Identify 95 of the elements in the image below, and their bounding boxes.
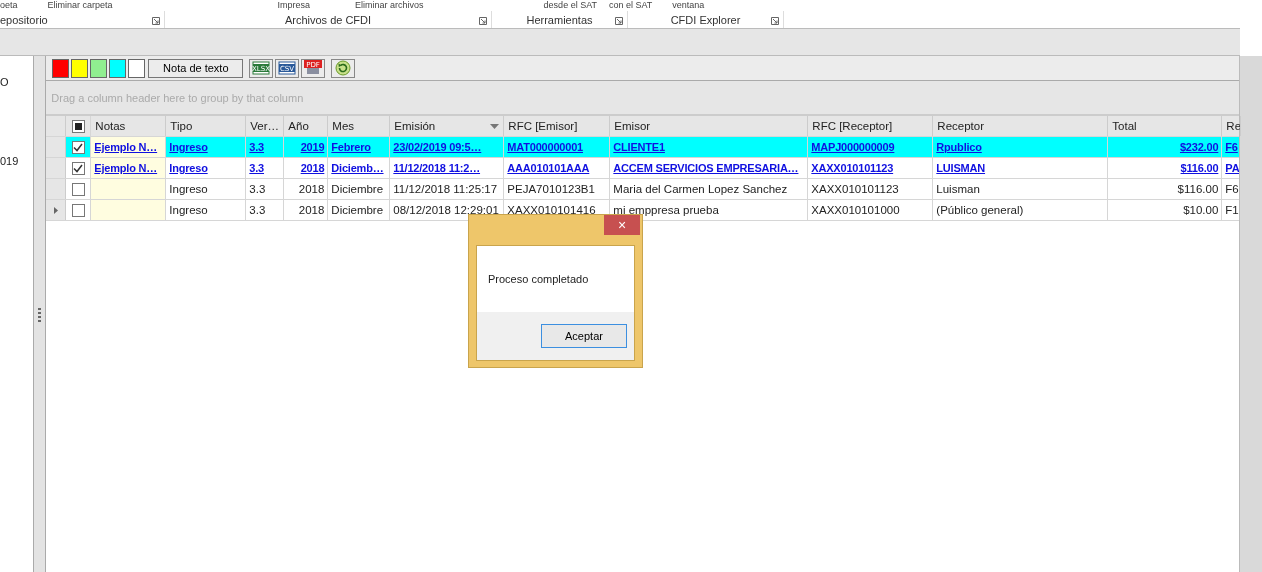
ribbon-item[interactable]: Impresa xyxy=(277,0,311,11)
column-header[interactable]: Total xyxy=(1108,116,1223,136)
table-cell: $10.00 xyxy=(1183,204,1219,216)
ribbon-item[interactable]: Eliminar archivos xyxy=(355,0,424,11)
table-cell: 08/12/2018 12:29:01 xyxy=(393,204,499,216)
column-header[interactable]: Emisión xyxy=(390,116,505,136)
color-swatch[interactable] xyxy=(128,58,146,78)
column-header[interactable]: Año xyxy=(284,116,329,136)
color-swatch[interactable] xyxy=(71,58,89,78)
table-cell: XAXX010101123 xyxy=(811,183,899,195)
accept-button[interactable]: Aceptar xyxy=(541,324,627,348)
table-cell: (Público general) xyxy=(936,204,1024,216)
row-indicator-icon xyxy=(53,206,58,214)
table-cell: XAXX010101416 xyxy=(507,204,596,216)
select-all-checkbox[interactable] xyxy=(71,119,85,133)
table-cell: Diciembre xyxy=(331,183,384,195)
column-header[interactable]: Receptor xyxy=(933,116,1109,136)
ribbon-group-label: Herramientas xyxy=(526,13,593,26)
table-cell: Ingreso xyxy=(169,183,208,195)
row-checkbox[interactable] xyxy=(71,140,85,154)
table-row[interactable]: Ejemplo N… Ingreso 3.3 2018 Diciemb… 11/12/2018 11:2… AAA010101AAA ACCEM SERVICIOS EMPRESARIA… XAXX010101123 LUISMAN $116.00 PA xyxy=(46,158,1240,179)
column-header[interactable]: Ver… xyxy=(246,116,285,136)
table-cell-link[interactable]: 2018 xyxy=(300,162,325,174)
column-header[interactable]: Tipo xyxy=(166,116,247,136)
column-header[interactable]: Emisor xyxy=(610,116,809,136)
table-cell-link[interactable]: LUISMAN xyxy=(936,162,986,174)
color-swatch[interactable] xyxy=(109,58,127,78)
table-cell-link[interactable]: F6 xyxy=(1225,141,1238,153)
ribbon-item[interactable]: desde el SAT xyxy=(543,0,597,11)
table-cell-link[interactable]: Febrero xyxy=(331,141,371,153)
table-cell: XAXX010101000 xyxy=(811,204,900,216)
table-row[interactable]: Ingreso 3.3 2018 Diciembre 11/12/2018 11:25:17 PEJA7010123B1 Maria del Carmen Lopez Sanchez XAXX010101123 Luisman $116.00 F6 xyxy=(46,179,1240,200)
scrollbar[interactable] xyxy=(1239,56,1262,572)
color-swatch[interactable] xyxy=(52,58,70,78)
side-panel-item[interactable]: O xyxy=(0,76,9,88)
dialog-launcher-icon[interactable] xyxy=(479,17,487,25)
ribbon-group-label: epositorio xyxy=(0,13,48,26)
table-cell-link[interactable]: 3.3 xyxy=(249,141,265,153)
table-cell: $116.00 xyxy=(1177,183,1219,195)
ribbon-group-label: Archivos de CFDI xyxy=(284,13,372,26)
table-cell: mi emppresa prueba xyxy=(613,204,719,216)
table-cell: 11/12/2018 11:25:17 xyxy=(393,183,498,195)
refresh-button[interactable] xyxy=(331,58,356,78)
ribbon-item[interactable]: con el SAT xyxy=(609,0,653,11)
ribbon-group-label: CFDI Explorer xyxy=(670,13,741,26)
table-cell: 3.3 xyxy=(249,183,266,195)
table-cell-link[interactable]: Ingreso xyxy=(169,141,208,153)
ribbon-item[interactable]: Eliminar carpeta xyxy=(47,0,113,11)
dialog-launcher-icon[interactable] xyxy=(615,17,623,25)
table-cell-link[interactable]: 2019 xyxy=(300,141,325,153)
table-row[interactable]: Ejemplo N… Ingreso 3.3 2019 Febrero 23/02/2019 09:5… MAT000000001 CLIENTE1 MAPJ000000009 Rpublico $232.00 F6 xyxy=(46,137,1240,158)
table-row[interactable]: Ingreso 3.3 2018 Diciembre 08/12/2018 12:29:01 XAXX010101416 mi emppresa prueba XAXX010101000 (Público general) $10.00 F1 xyxy=(46,200,1240,221)
table-cell: 3.3 xyxy=(249,204,266,216)
row-checkbox[interactable] xyxy=(71,161,85,175)
table-cell-link[interactable]: Ingreso xyxy=(169,162,208,174)
table-cell-link[interactable]: CLIENTE1 xyxy=(613,141,665,153)
table-cell-link[interactable]: AAA010101AAA xyxy=(507,162,590,174)
column-header[interactable]: Notas xyxy=(91,116,167,136)
ribbon-item[interactable]: oeta xyxy=(0,0,18,11)
table-cell: Ingreso xyxy=(169,204,208,216)
note-button[interactable]: Nota de texto xyxy=(148,58,244,78)
side-panel-item[interactable]: 019 xyxy=(0,155,19,167)
column-header[interactable]: RFC [Receptor] xyxy=(808,116,934,136)
table-cell: F6 xyxy=(1225,183,1239,195)
row-checkbox[interactable] xyxy=(71,203,85,217)
table-cell: Maria del Carmen Lopez Sanchez xyxy=(613,183,788,195)
column-header[interactable]: RFC [Emisor] xyxy=(504,116,611,136)
table-cell: PEJA7010123B1 xyxy=(507,183,595,195)
table-cell-link[interactable]: 23/02/2019 09:5… xyxy=(393,141,482,153)
table-cell-link[interactable]: $116.00 xyxy=(1180,162,1219,174)
table-cell-link[interactable]: 11/12/2018 11:2… xyxy=(393,162,481,174)
dialog-message: Proceso completado xyxy=(488,273,589,285)
row-checkbox[interactable] xyxy=(71,182,85,196)
table-cell-link[interactable]: $232.00 xyxy=(1179,141,1219,153)
table-cell-link[interactable]: MAPJ000000009 xyxy=(811,141,895,153)
dialog-launcher-icon[interactable] xyxy=(152,17,160,25)
close-button[interactable]: × xyxy=(604,215,640,235)
table-cell-link[interactable]: ACCEM SERVICIOS EMPRESARIA… xyxy=(613,162,799,174)
table-cell: Luisman xyxy=(936,183,980,195)
table-cell-link[interactable]: MAT000000001 xyxy=(507,141,583,153)
table-cell: F1 xyxy=(1225,204,1239,216)
table-cell-link[interactable]: Diciemb… xyxy=(331,162,384,174)
table-cell: 2018 xyxy=(298,183,325,195)
ribbon-item[interactable]: ventana xyxy=(672,0,705,11)
table-cell-link[interactable]: 3.3 xyxy=(249,162,265,174)
dialog-launcher-icon[interactable] xyxy=(771,17,779,25)
table-cell: Diciembre xyxy=(331,204,384,216)
column-header[interactable]: Mes xyxy=(328,116,391,136)
grip-icon xyxy=(37,307,41,322)
table-cell-link[interactable]: PA xyxy=(1225,162,1240,174)
table-cell-link[interactable]: XAXX010101123 xyxy=(811,162,894,174)
table-cell: 2018 xyxy=(298,204,325,216)
color-swatch[interactable] xyxy=(90,58,108,78)
row-indicator[interactable] xyxy=(46,200,67,220)
table-cell-link[interactable]: Rpublico xyxy=(936,141,982,153)
